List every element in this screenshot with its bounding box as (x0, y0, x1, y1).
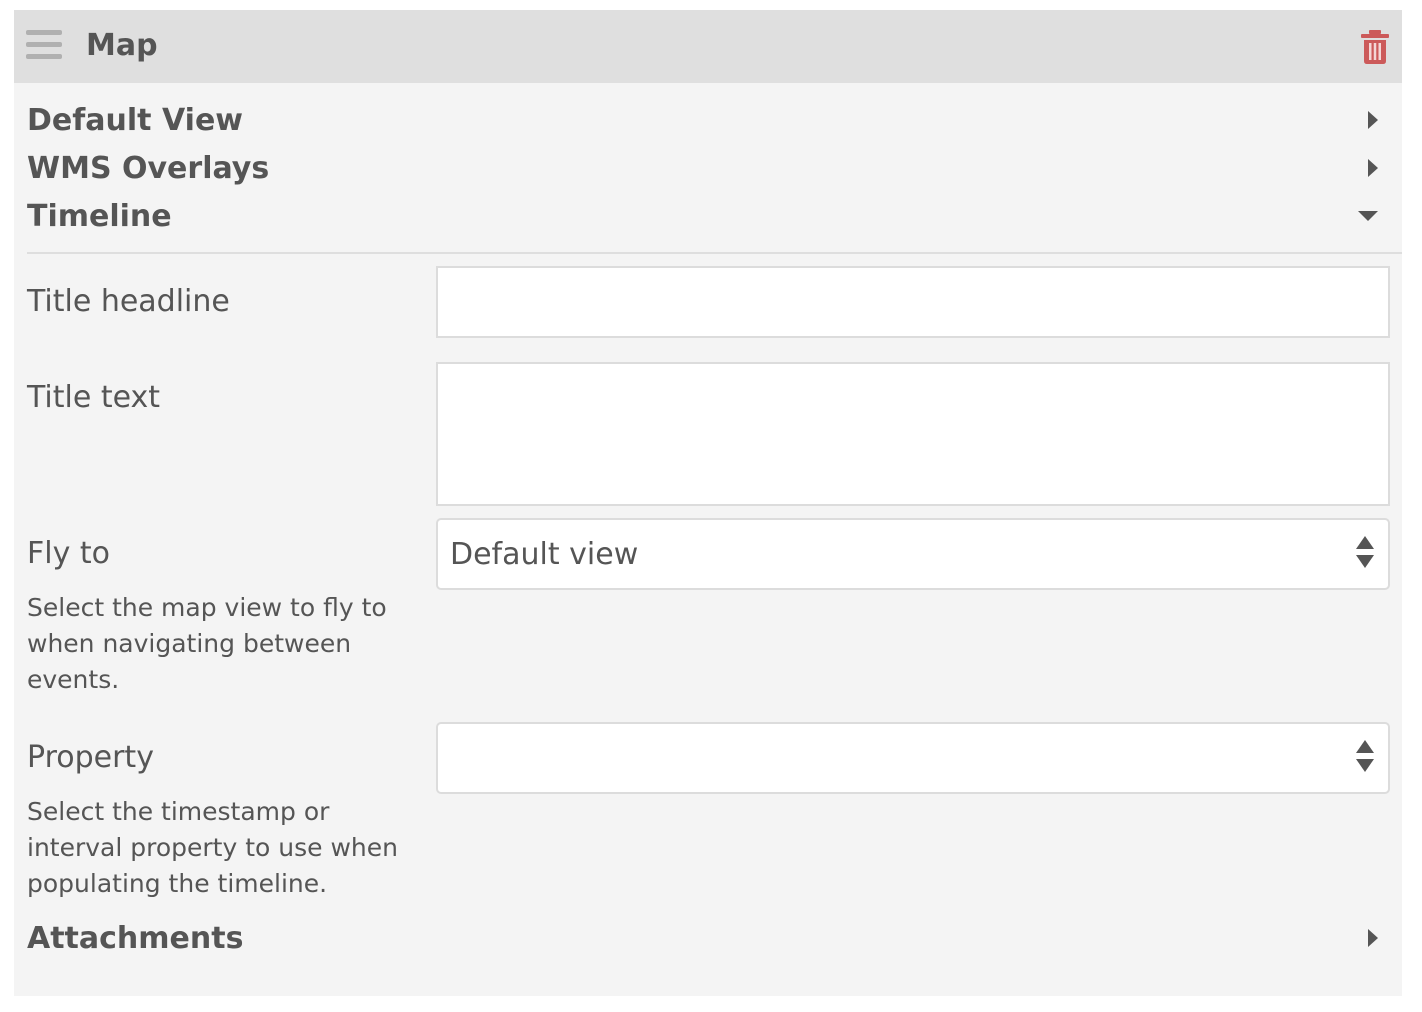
caret-right-icon (1368, 929, 1378, 947)
section-default-view[interactable]: Default View (27, 98, 1378, 142)
caret-right-icon (1368, 159, 1378, 177)
caret-right-icon (1368, 111, 1378, 129)
fly-to-selected-value: Default view (450, 536, 639, 572)
section-timeline[interactable]: Timeline (27, 194, 1378, 238)
caret-down-icon (1358, 211, 1378, 221)
fly-to-select[interactable]: Default view (436, 518, 1390, 590)
hamburger-icon[interactable] (26, 30, 62, 60)
section-label: WMS Overlays (27, 150, 270, 186)
fly-to-help: Select the map view to fly to when navig… (27, 593, 387, 694)
property-label: Property (27, 740, 154, 775)
map-panel: Map Default View WMS Overlays Timeline T… (14, 10, 1402, 996)
section-attachments[interactable]: Attachments (27, 916, 1378, 960)
fly-to-label: Fly to (27, 536, 110, 571)
section-divider (27, 252, 1402, 254)
title-text-textarea[interactable] (436, 362, 1390, 506)
select-arrows-icon (1356, 740, 1374, 778)
title-headline-label: Title headline (27, 284, 230, 319)
title-headline-input[interactable] (436, 266, 1390, 338)
select-arrows-icon (1356, 536, 1374, 574)
property-select[interactable] (436, 722, 1390, 794)
trash-icon[interactable] (1360, 30, 1390, 64)
section-label: Default View (27, 102, 244, 138)
panel-header: Map (14, 10, 1402, 83)
section-label: Timeline (27, 198, 172, 234)
section-wms-overlays[interactable]: WMS Overlays (27, 146, 1378, 190)
title-text-label: Title text (27, 380, 161, 415)
panel-title: Map (86, 28, 158, 63)
section-label: Attachments (27, 920, 244, 956)
property-help: Select the timestamp or interval propert… (27, 797, 398, 898)
